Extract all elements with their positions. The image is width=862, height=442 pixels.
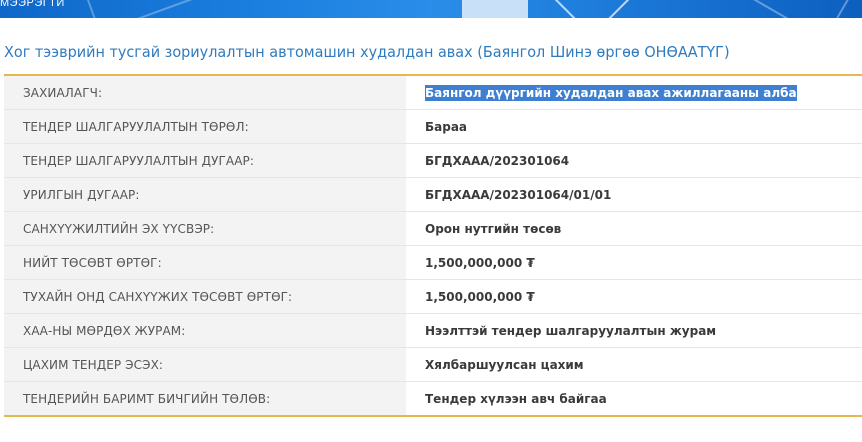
table-row: НИЙТ ТӨСӨВТ ӨРТӨГ: 1,500,000,000 ₮ <box>4 245 862 280</box>
banner-decoration-left <box>84 0 216 18</box>
row-value: БГДХААА/202301064/01/01 <box>406 177 862 212</box>
tender-details-table: ЗАХИАЛАГЧ: Баянгол дүүргийн худалдан авах… <box>4 74 862 417</box>
row-label: ТЕНДЕР ШАЛГАРУУЛАЛТЫН ДУГААР: <box>4 143 406 178</box>
row-value: БГДХААА/202301064 <box>406 143 862 178</box>
row-label: ЦАХИМ ТЕНДЕР ЭСЭХ: <box>4 347 406 382</box>
table-row: ТУХАЙН ОНД САНХҮҮЖИХ ТӨСӨВТ ӨРТӨГ: 1,500,… <box>4 279 862 314</box>
page-title: Хог тээврийн тусгай зориулалтын автомаши… <box>4 43 730 61</box>
table-row: УРИЛГЫН ДУГААР: БГДХААА/202301064/01/01 <box>4 177 862 212</box>
row-value: Хялбаршуулсан цахим <box>406 347 862 382</box>
table-row: ТЕНДЕР ШАЛГАРУУЛАЛТЫН ДУГААР: БГДХААА/202… <box>4 143 862 178</box>
selected-text[interactable]: Баянгол дүүргийн худалдан авах ажиллагаа… <box>425 84 797 101</box>
table-row: ТЕНДЕР ШАЛГАРУУЛАЛТЫН ТӨРӨЛ: Бараа <box>4 109 862 144</box>
table-row: ХАА-НЫ МӨРДӨХ ЖУРАМ: Нээлттэй тендер шалг… <box>4 313 862 348</box>
row-label: САНХҮҮЖИЛТИЙН ЭХ ҮҮСВЭР: <box>4 211 406 246</box>
banner-decoration-right <box>546 0 638 18</box>
row-value: Тендер хүлээн авч байгаа <box>425 391 607 406</box>
row-value: Бараа <box>406 109 862 144</box>
table-row: ЗАХИАЛАГЧ: Баянгол дүүргийн худалдан авах… <box>4 75 862 110</box>
row-label: ЗАХИАЛАГЧ: <box>4 75 406 110</box>
row-value: 1,500,000,000 ₮ <box>406 245 862 280</box>
row-label: УРИЛГЫН ДУГААР: <box>4 177 406 212</box>
row-label: ТУХАЙН ОНД САНХҮҮЖИХ ТӨСӨВТ ӨРТӨГ: <box>4 279 406 314</box>
row-value: Нээлттэй тендер шалгаруулалтын журам <box>406 313 862 348</box>
row-label: ТЕНДЕРИЙН БАРИМТ БИЧГИЙН ТӨЛӨВ: <box>4 381 406 416</box>
banner-decoration-far-right <box>752 0 852 18</box>
banner-text: МЭЭРЭГТИ <box>0 0 65 9</box>
row-label: НИЙТ ТӨСӨВТ ӨРТӨГ: <box>4 245 406 280</box>
table-row: САНХҮҮЖИЛТИЙН ЭХ ҮҮСВЭР: Орон нутгийн төс… <box>4 211 862 246</box>
row-value: 1,500,000,000 ₮ <box>406 279 862 314</box>
table-row: ТЕНДЕРИЙН БАРИМТ БИЧГИЙН ТӨЛӨВ: Тендер хү… <box>4 381 862 416</box>
table-row: ЦАХИМ ТЕНДЕР ЭСЭХ: Хялбаршуулсан цахим <box>4 347 862 382</box>
row-label: ТЕНДЕР ШАЛГАРУУЛАЛТЫН ТӨРӨЛ: <box>4 109 406 144</box>
row-label: ХАА-НЫ МӨРДӨХ ЖУРАМ: <box>4 313 406 348</box>
row-value: Баянгол дүүргийн худалдан авах ажиллагаа… <box>406 75 862 110</box>
banner-decoration-center <box>462 0 528 18</box>
row-value: Орон нутгийн төсөв <box>406 211 862 246</box>
header-banner: МЭЭРЭГТИ <box>0 0 862 18</box>
